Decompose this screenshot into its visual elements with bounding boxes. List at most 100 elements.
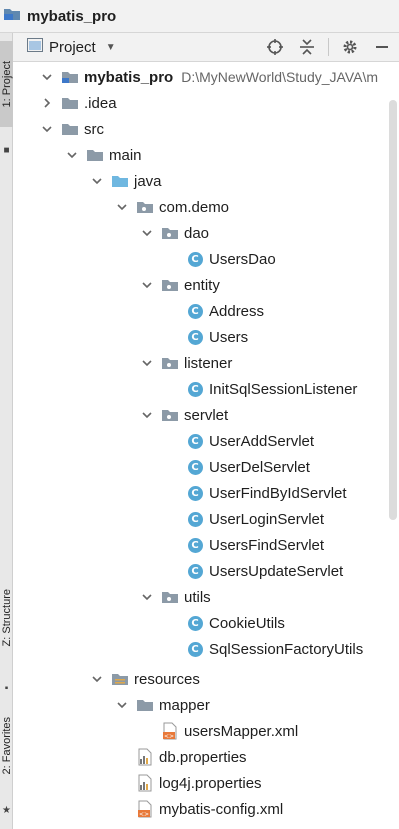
module-folder-icon: [61, 68, 79, 86]
project-view-label: Project: [49, 38, 96, 56]
folder-icon: [86, 146, 104, 164]
tree-node-servlet-class[interactable]: C UserFindByIdServlet: [13, 480, 399, 506]
resources-folder-icon: [111, 670, 129, 688]
project-tool-tab-label: 1: Project: [0, 60, 13, 108]
tree-node-log4j-properties[interactable]: log4j.properties: [13, 770, 399, 796]
expanded-arrow-icon[interactable]: [141, 592, 153, 602]
tree-node-label: UserAddServlet: [209, 432, 315, 450]
tree-node-address[interactable]: C Address: [13, 298, 399, 324]
expanded-arrow-icon[interactable]: [116, 700, 128, 710]
tree-node-idea[interactable]: .idea: [13, 90, 399, 116]
favorites-star-icon: ★: [2, 805, 11, 816]
class-icon: C: [186, 614, 204, 632]
xml-file-icon: <>: [161, 722, 179, 740]
tree-node-users-dao[interactable]: C UsersDao: [13, 246, 399, 272]
breadcrumb-project[interactable]: mybatis_pro: [27, 8, 116, 25]
tree-node-dao[interactable]: dao: [13, 220, 399, 246]
tree-node-label: UserFindByIdServlet: [209, 484, 347, 502]
tree-node-label: Address: [209, 302, 265, 320]
tree-node-label: UsersFindServlet: [209, 536, 325, 554]
folder-icon: [136, 696, 154, 714]
project-panel-header: Project ▼: [13, 33, 399, 62]
tree-node-label: log4j.properties: [159, 774, 262, 792]
tree-node-sql-factory-utils[interactable]: C SqlSessionFactoryUtils: [13, 636, 399, 662]
tree-node-label: java: [134, 172, 162, 190]
chevron-down-icon: ▼: [105, 41, 116, 53]
class-icon: C: [186, 484, 204, 502]
tree-node-main[interactable]: main: [13, 142, 399, 168]
tree-node-label: dao: [184, 224, 210, 242]
settings-button[interactable]: [339, 36, 361, 58]
tree-node-src[interactable]: src: [13, 116, 399, 142]
tree-node-servlet-class[interactable]: C UserLoginServlet: [13, 506, 399, 532]
class-icon: C: [186, 562, 204, 580]
expanded-arrow-icon[interactable]: [141, 228, 153, 238]
expanded-arrow-icon[interactable]: [91, 674, 103, 684]
module-path-label: D:\MyNewWorld\Study_JAVA\m: [181, 69, 379, 85]
structure-icon: ▪: [4, 683, 9, 694]
expanded-arrow-icon[interactable]: [141, 280, 153, 290]
favorites-tool-tab[interactable]: 2: Favorites: [0, 701, 13, 791]
expanded-arrow-icon[interactable]: [91, 176, 103, 186]
locate-file-button[interactable]: [264, 36, 286, 58]
class-icon: C: [186, 302, 204, 320]
package-icon: [161, 588, 179, 606]
tree-node-resources[interactable]: resources: [13, 666, 399, 692]
tree-node-mapper[interactable]: mapper: [13, 692, 399, 718]
project-tool-tab[interactable]: 1: Project: [0, 41, 13, 127]
folder-icon: [61, 120, 79, 138]
collapse-all-button[interactable]: [296, 36, 318, 58]
expanded-arrow-icon[interactable]: [41, 124, 53, 134]
tree-node-label: src: [84, 120, 104, 138]
tree-node-servlet-class[interactable]: C UsersUpdateServlet: [13, 558, 399, 584]
folder-icon: [61, 94, 79, 112]
favorites-tool-tab-label: 2: Favorites: [0, 717, 13, 775]
tree-node-servlet[interactable]: servlet: [13, 402, 399, 428]
tree-node-label: mybatis_pro: [84, 68, 174, 86]
class-icon: C: [186, 640, 204, 658]
structure-tool-tab[interactable]: Z: Structure: [0, 573, 13, 663]
tree-node-label: UserLoginServlet: [209, 510, 325, 528]
tree-node-mybatis-config[interactable]: <> mybatis-config.xml: [13, 796, 399, 822]
class-icon: C: [186, 536, 204, 554]
tree-node-label: usersMapper.xml: [184, 722, 299, 740]
expanded-arrow-icon[interactable]: [141, 410, 153, 420]
tree-node-root[interactable]: mybatis_pro D:\MyNewWorld\Study_JAVA\m: [13, 64, 399, 90]
tree-node-label: com.demo: [159, 198, 230, 216]
expanded-arrow-icon[interactable]: [141, 358, 153, 368]
tree-node-label: mapper: [159, 696, 210, 714]
expanded-arrow-icon[interactable]: [66, 150, 78, 160]
tree-node-db-properties[interactable]: db.properties: [13, 744, 399, 770]
class-icon: C: [186, 432, 204, 450]
tree-node-java[interactable]: java: [13, 168, 399, 194]
svg-text:<>: <>: [164, 733, 174, 740]
collapsed-arrow-icon[interactable]: [41, 98, 53, 108]
tree-node-com-demo[interactable]: com.demo: [13, 194, 399, 220]
tree-node-entity[interactable]: entity: [13, 272, 399, 298]
tree-node-init-listener[interactable]: C InitSqlSessionListener: [13, 376, 399, 402]
xml-file-icon: <>: [136, 800, 154, 818]
tree-node-label: mybatis-config.xml: [159, 800, 284, 818]
tree-node-users-mapper[interactable]: <> usersMapper.xml: [13, 718, 399, 744]
tree-node-listener[interactable]: listener: [13, 350, 399, 376]
package-icon: [161, 406, 179, 424]
class-icon: C: [186, 250, 204, 268]
expanded-arrow-icon[interactable]: [41, 72, 53, 82]
tree-node-label: servlet: [184, 406, 229, 424]
tree-node-utils[interactable]: utils: [13, 584, 399, 610]
project-tree[interactable]: mybatis_pro D:\MyNewWorld\Study_JAVA\m .…: [13, 62, 399, 829]
gear-icon: [343, 40, 357, 54]
tree-node-label: utils: [184, 588, 211, 606]
tree-node-cookie-utils[interactable]: C CookieUtils: [13, 610, 399, 636]
tree-node-servlet-class[interactable]: C UserDelServlet: [13, 454, 399, 480]
tree-node-label: UsersUpdateServlet: [209, 562, 344, 580]
hide-panel-button[interactable]: [371, 36, 393, 58]
tree-node-users[interactable]: C Users: [13, 324, 399, 350]
tree-node-servlet-class[interactable]: C UsersFindServlet: [13, 532, 399, 558]
navigation-bar: mybatis_pro: [0, 0, 399, 33]
tree-node-label: db.properties: [159, 748, 247, 766]
expanded-arrow-icon[interactable]: [116, 202, 128, 212]
tree-node-servlet-class[interactable]: C UserAddServlet: [13, 428, 399, 454]
svg-text:<>: <>: [139, 811, 149, 818]
project-view-selector[interactable]: Project ▼: [27, 37, 116, 57]
